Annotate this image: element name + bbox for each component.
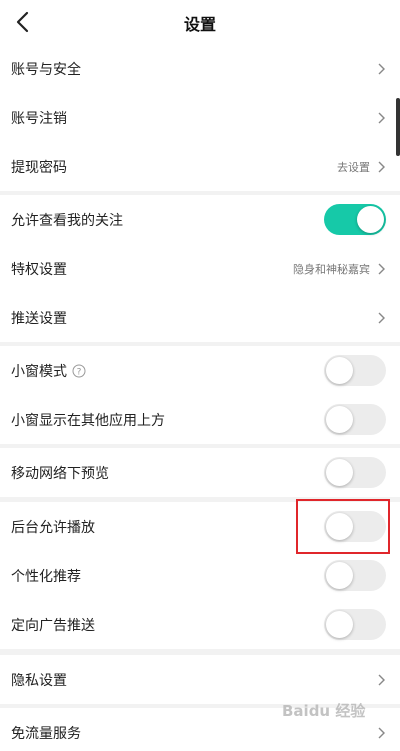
- chevron-right-icon: [378, 263, 385, 274]
- mini-window-over-row: 小窗显示在其他应用上方: [0, 395, 400, 444]
- mobile-preview-row: 移动网络下预览: [0, 448, 400, 497]
- scroll-indicator: [396, 98, 400, 156]
- privacy-group: 隐私设置: [0, 655, 400, 704]
- row-value: 去设置: [337, 160, 370, 174]
- mini-window-over-toggle[interactable]: [324, 404, 386, 435]
- mobile-preview-toggle[interactable]: [324, 457, 386, 488]
- allow-follow-toggle[interactable]: [324, 204, 386, 235]
- row-label: 移动网络下预览: [11, 465, 109, 482]
- chevron-right-icon: [378, 112, 385, 123]
- row-label: 提现密码: [11, 159, 67, 176]
- chevron-right-icon: [378, 727, 385, 738]
- row-label: 后台允许播放: [11, 519, 95, 536]
- account-security-row[interactable]: 账号与安全: [0, 44, 400, 93]
- personalized-toggle[interactable]: [324, 560, 386, 591]
- row-label: 小窗模式: [11, 363, 67, 380]
- row-value: 隐身和神秘嘉宾: [293, 262, 370, 276]
- privacy-follow-group: 允许查看我的关注 特权设置 隐身和神秘嘉宾 推送设置: [0, 195, 400, 342]
- chevron-right-icon: [378, 161, 385, 172]
- annotation-highlight-box: [296, 499, 390, 554]
- mobile-network-group: 移动网络下预览: [0, 448, 400, 497]
- targeted-ads-row: 定向广告推送: [0, 600, 400, 649]
- privilege-row[interactable]: 特权设置 隐身和神秘嘉宾: [0, 244, 400, 293]
- mini-window-group: 小窗模式 ? 小窗显示在其他应用上方: [0, 346, 400, 444]
- toggle-knob: [326, 611, 353, 638]
- svg-text:?: ?: [77, 367, 82, 377]
- row-label: 允许查看我的关注: [11, 212, 123, 229]
- row-label: 推送设置: [11, 310, 67, 327]
- toggle-knob: [326, 459, 353, 486]
- row-label: 特权设置: [11, 261, 67, 278]
- row-label-wrap: 小窗模式 ?: [11, 361, 86, 381]
- account-cancel-row[interactable]: 账号注销: [0, 93, 400, 142]
- personalized-row: 个性化推荐: [0, 551, 400, 600]
- row-label: 账号注销: [11, 110, 67, 127]
- mini-window-toggle[interactable]: [324, 355, 386, 386]
- row-label: 小窗显示在其他应用上方: [11, 412, 165, 429]
- privacy-settings-row[interactable]: 隐私设置: [0, 655, 400, 704]
- withdraw-password-row[interactable]: 提现密码 去设置: [0, 142, 400, 191]
- watermark: Baidu 经验: [282, 702, 366, 720]
- row-label: 隐私设置: [11, 672, 67, 689]
- allow-follow-row: 允许查看我的关注: [0, 195, 400, 244]
- chevron-right-icon: [378, 674, 385, 685]
- toggle-knob: [357, 206, 384, 233]
- help-circle-icon[interactable]: ?: [72, 364, 86, 378]
- chevron-right-icon: [378, 312, 385, 323]
- page-title: 设置: [183, 15, 216, 34]
- chevron-right-icon: [378, 63, 385, 74]
- row-label: 账号与安全: [11, 61, 81, 78]
- toggle-knob: [326, 406, 353, 433]
- nav-header: 设置: [0, 0, 400, 44]
- account-group: 账号与安全 账号注销 提现密码 去设置: [0, 44, 400, 191]
- row-label: 免流量服务: [11, 725, 81, 742]
- mini-window-row: 小窗模式 ?: [0, 346, 400, 395]
- row-label: 定向广告推送: [11, 617, 95, 634]
- row-label: 个性化推荐: [11, 568, 81, 585]
- toggle-knob: [326, 562, 353, 589]
- targeted-ads-toggle[interactable]: [324, 609, 386, 640]
- toggle-knob: [326, 357, 353, 384]
- push-settings-row[interactable]: 推送设置: [0, 293, 400, 342]
